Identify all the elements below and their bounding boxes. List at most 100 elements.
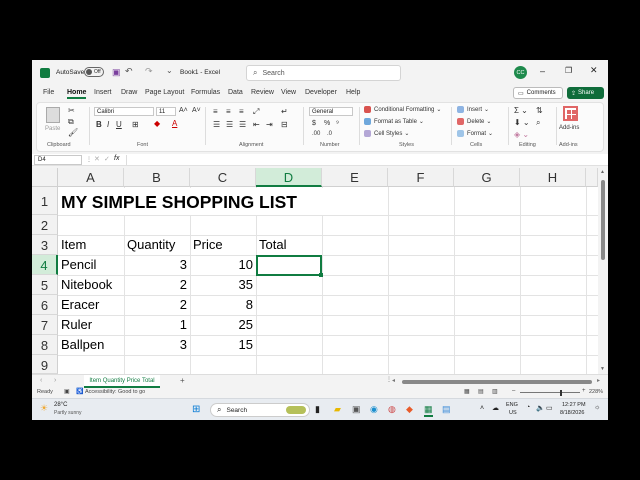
row-header-5[interactable]: 5 <box>32 275 58 295</box>
clock-date[interactable]: 8/18/2026 <box>560 410 584 416</box>
header-price-cell[interactable]: Price <box>193 237 223 252</box>
cell-styles-button[interactable]: Cell Styles ⌄ <box>364 130 409 137</box>
save-icon[interactable]: ▣ <box>112 67 121 78</box>
quantity-cell[interactable]: 2 <box>124 277 187 292</box>
percent-icon[interactable]: % <box>324 120 330 127</box>
increase-font-icon[interactable]: A˄ <box>179 107 188 114</box>
normal-view-icon[interactable]: ▦ <box>464 388 470 395</box>
region-indicator[interactable]: US <box>509 410 517 416</box>
align-top-icon[interactable]: ≡ <box>213 107 218 116</box>
accessibility-icon[interactable]: ♿ <box>76 388 83 395</box>
align-center-icon[interactable]: ☰ <box>226 120 233 129</box>
align-right-icon[interactable]: ☰ <box>239 120 246 129</box>
tab-formulas[interactable]: Formulas <box>191 89 220 96</box>
tab-review[interactable]: Review <box>251 89 274 96</box>
paste-label[interactable]: Paste <box>45 126 60 132</box>
file-explorer-icon[interactable]: ▰ <box>334 404 341 415</box>
scroll-sheets-right-icon[interactable]: › <box>54 377 56 384</box>
undo-icon[interactable]: ↶ <box>125 66 133 77</box>
comments-button[interactable]: ▭ Comments <box>513 87 563 99</box>
decrease-font-icon[interactable]: A˅ <box>192 107 201 114</box>
price-cell[interactable]: 8 <box>190 297 253 312</box>
page-layout-view-icon[interactable]: ▤ <box>478 388 484 395</box>
format-painter-icon[interactable]: 🖌 <box>68 128 78 137</box>
price-cell[interactable]: 15 <box>190 337 253 352</box>
taskbar-app-icon[interactable]: ▣ <box>352 404 361 415</box>
clear-icon[interactable]: ◈ ⌄ <box>514 130 529 139</box>
row-header-9[interactable]: 9 <box>32 355 58 374</box>
conditional-formatting-button[interactable]: Conditional Formatting ⌄ <box>364 106 441 113</box>
enter-icon[interactable]: ✓ <box>104 155 110 163</box>
horizontal-scroll-thumb[interactable] <box>402 380 592 384</box>
close-icon[interactable]: ✕ <box>590 65 598 76</box>
edge-icon[interactable]: ◉ <box>370 404 378 415</box>
worksheet-grid[interactable]: A B C D E F G H 1 2 3 4 5 6 7 8 9 MY SIM… <box>32 168 598 374</box>
tab-data[interactable]: Data <box>228 89 243 96</box>
customize-qat-icon[interactable]: ⌄ <box>166 66 173 75</box>
borders-icon[interactable]: ⊞ <box>132 120 139 129</box>
add-ins-icon[interactable] <box>563 106 578 121</box>
increase-indent-icon[interactable]: ⇥ <box>266 120 273 129</box>
page-break-view-icon[interactable]: ▥ <box>492 388 498 395</box>
align-left-icon[interactable]: ☰ <box>213 120 220 129</box>
formula-input[interactable] <box>126 155 604 165</box>
battery-icon[interactable]: ▭ <box>546 404 553 412</box>
column-header-b[interactable]: B <box>124 168 190 187</box>
font-name-select[interactable]: Calibri <box>94 107 154 116</box>
row-header-2[interactable]: 2 <box>32 215 58 235</box>
fill-icon[interactable]: ⬇ ⌄ <box>514 118 530 127</box>
merge-center-icon[interactable]: ⊟ <box>281 120 288 129</box>
column-header-f[interactable]: F <box>388 168 454 187</box>
macro-record-icon[interactable]: ▣ <box>64 388 70 395</box>
decrease-indent-icon[interactable]: ⇤ <box>253 120 260 129</box>
cut-icon[interactable]: ✂ <box>68 106 75 115</box>
brave-icon[interactable]: ◆ <box>406 404 413 415</box>
font-size-select[interactable]: 11 <box>156 107 176 116</box>
vertical-scroll-thumb[interactable] <box>601 180 605 260</box>
redo-icon[interactable]: ↷ <box>145 66 153 77</box>
fill-color-icon[interactable]: ◆ <box>154 119 160 128</box>
volume-icon[interactable]: 🔈 <box>536 404 545 412</box>
copy-icon[interactable]: ⧉ <box>68 117 74 127</box>
tab-view[interactable]: View <box>281 89 296 96</box>
autosum-icon[interactable]: Σ ⌄ <box>514 106 528 115</box>
excel-taskbar-icon[interactable]: ▦ <box>424 404 433 417</box>
item-cell[interactable]: Pencil <box>61 257 96 272</box>
name-box[interactable]: D4 <box>34 155 82 165</box>
quantity-cell[interactable]: 3 <box>124 337 187 352</box>
quantity-cell[interactable]: 1 <box>124 317 187 332</box>
column-header-h[interactable]: H <box>520 168 586 187</box>
chevron-up-icon[interactable]: ˄ <box>480 405 484 412</box>
clock-time[interactable]: 12:27 PM <box>562 402 586 408</box>
header-item-cell[interactable]: Item <box>61 237 86 252</box>
font-color-icon[interactable]: A <box>172 119 177 128</box>
column-header-g[interactable]: G <box>454 168 520 187</box>
weather-temp[interactable]: 28°C <box>54 402 67 408</box>
wifi-icon[interactable]: ◔ <box>526 404 530 411</box>
sheet-title-cell[interactable]: MY SIMPLE SHOPPING LIST <box>61 188 361 215</box>
row-header-6[interactable]: 6 <box>32 295 58 315</box>
delete-cells-button[interactable]: Delete ⌄ <box>457 118 491 125</box>
zoom-level[interactable]: 228% <box>589 389 603 395</box>
format-cells-button[interactable]: Format ⌄ <box>457 130 493 137</box>
row-header-4[interactable]: 4 <box>32 255 58 275</box>
header-total-cell[interactable]: Total <box>259 237 286 252</box>
add-sheet-icon[interactable]: + <box>180 376 185 385</box>
weather-desc[interactable]: Partly sunny <box>54 410 82 416</box>
chrome-icon[interactable]: ◍ <box>388 404 396 415</box>
fill-handle[interactable] <box>319 273 323 277</box>
zoom-slider[interactable] <box>520 392 580 393</box>
select-all-corner[interactable] <box>32 168 58 187</box>
sheet-tab-active[interactable]: Item Quantity Price Total <box>84 375 160 388</box>
language-indicator[interactable]: ENG <box>506 402 518 408</box>
item-cell[interactable]: Ruler <box>61 317 92 332</box>
tab-home[interactable]: Home <box>67 89 87 99</box>
windows-start-icon[interactable]: ⊞ <box>192 404 200 415</box>
zoom-out-icon[interactable]: – <box>512 388 515 394</box>
scroll-up-icon[interactable]: ▲ <box>600 169 605 175</box>
price-cell[interactable]: 25 <box>190 317 253 332</box>
format-as-table-button[interactable]: Format as Table ⌄ <box>364 118 424 125</box>
scroll-left-icon[interactable]: ◂ <box>392 377 395 384</box>
zoom-slider-thumb[interactable] <box>560 390 562 396</box>
tab-file[interactable]: File <box>43 89 54 96</box>
